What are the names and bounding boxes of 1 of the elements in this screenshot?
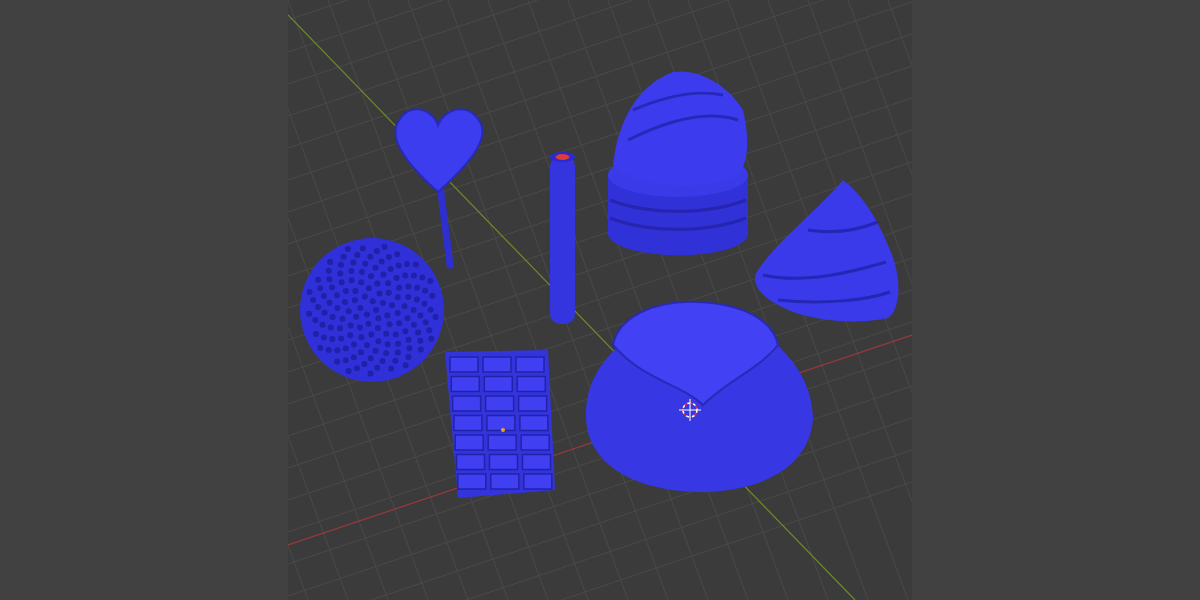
3d-cursor-icon[interactable] [678,398,702,422]
